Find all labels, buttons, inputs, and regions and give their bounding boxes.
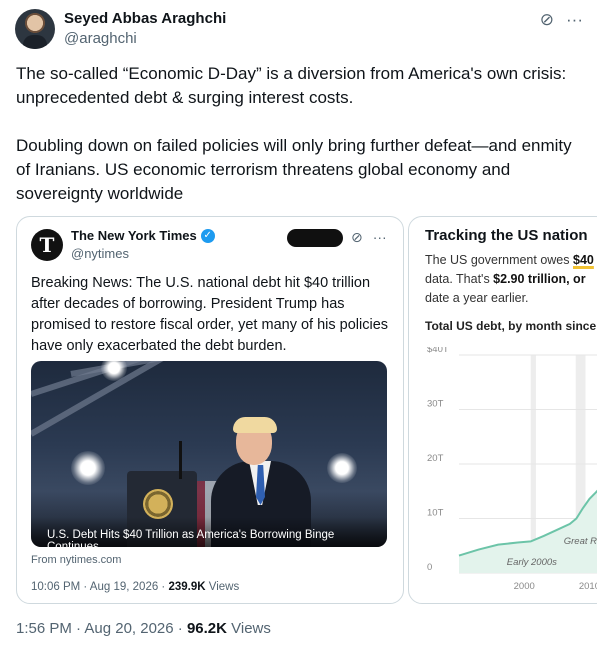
tweet-actions: ⊘ ··· <box>540 10 583 30</box>
news-photo[interactable]: U.S. Debt Hits $40 Trillion as America's… <box>31 361 387 547</box>
chart-sub-1b: $40 <box>573 253 594 267</box>
y-tick-label: 0 <box>427 562 432 573</box>
chart-sub-1a: The US government owes <box>425 253 573 267</box>
chart-card-subtitle: The US government owes $40 data. That's … <box>425 251 597 308</box>
author-name[interactable]: Seyed Abbas Araghchi <box>64 10 226 27</box>
link-source[interactable]: From nytimes.com <box>31 554 121 566</box>
quoted-tweet-card[interactable]: T The New York Times ✓ @nytimes ⊘ ··· Br… <box>16 216 404 604</box>
annotation-great-recession: Great Recess <box>564 536 597 547</box>
chart-sub-3: date a year earlier. <box>425 291 529 305</box>
annotation-early-2000s: Early 2000s <box>507 557 557 568</box>
quoted-time[interactable]: 10:06 PM · Aug 19, 2026 · <box>31 581 168 593</box>
y-tick-label: 10T <box>427 508 444 519</box>
quoted-actions: ⊘ ··· <box>351 229 387 246</box>
y-tick-label: $40T <box>427 347 449 355</box>
chart-sub-2a: data. That's <box>425 272 494 286</box>
presidential-seal-icon <box>143 489 173 519</box>
tweet-views-count: 96.2K <box>186 620 227 637</box>
tweet-time[interactable]: 1:56 PM · Aug 20, 2026 · <box>16 620 187 637</box>
quoted-views-count: 239.9K <box>168 581 206 593</box>
tweet-timestamp: 1:56 PM · Aug 20, 2026 · 96.2K Views <box>16 620 271 637</box>
chart-sub-2b: $2.90 trillion, or <box>493 272 586 286</box>
debt-chart: $40T 30T 20T 10T 0 2000 2010 Early 2000s Great R… <box>427 347 597 592</box>
tweet-text: The so-called “Economic D-Day” is a dive… <box>16 62 576 230</box>
photo-caption: U.S. Debt Hits $40 Trillion as America's… <box>31 517 387 547</box>
author-handle[interactable]: @araghchi <box>64 30 137 47</box>
quoted-author-handle: @nytimes <box>71 246 129 261</box>
quoted-timestamp: 10:06 PM · Aug 19, 2026 · 239.9K Views <box>31 581 239 593</box>
x-tick-label: 2010 <box>579 581 597 592</box>
grok-icon[interactable]: ⊘ <box>540 10 554 30</box>
x-tick-label: 2000 <box>514 581 535 592</box>
author-avatar[interactable] <box>15 9 55 49</box>
tweet-paragraph-2: Doubling down on failed policies will on… <box>16 136 572 203</box>
tweet-paragraph-1: The so-called “Economic D-Day” is a dive… <box>16 64 567 107</box>
more-icon[interactable]: ··· <box>566 10 583 30</box>
grok-icon[interactable]: ⊘ <box>351 229 363 246</box>
tweet-views-label: Views <box>226 620 271 637</box>
quoted-author-name: The New York Times <box>71 228 197 243</box>
chart-card-title: Tracking the US nation <box>425 227 588 244</box>
y-tick-label: 20T <box>427 453 444 464</box>
verified-icon: ✓ <box>200 228 215 243</box>
quoted-views-label: Views <box>205 581 240 593</box>
chart-label: Total US debt, by month since <box>425 319 597 333</box>
more-icon[interactable]: ··· <box>373 229 387 246</box>
quoted-text: Breaking News: The U.S. national debt hi… <box>31 275 389 354</box>
quoted-author[interactable]: The New York Times ✓ <box>71 228 215 243</box>
chart-card[interactable]: Tracking the US nation The US government… <box>408 216 597 604</box>
nyt-avatar[interactable]: T <box>31 229 63 261</box>
y-tick-label: 30T <box>427 399 444 410</box>
redacted-button[interactable] <box>287 229 343 247</box>
